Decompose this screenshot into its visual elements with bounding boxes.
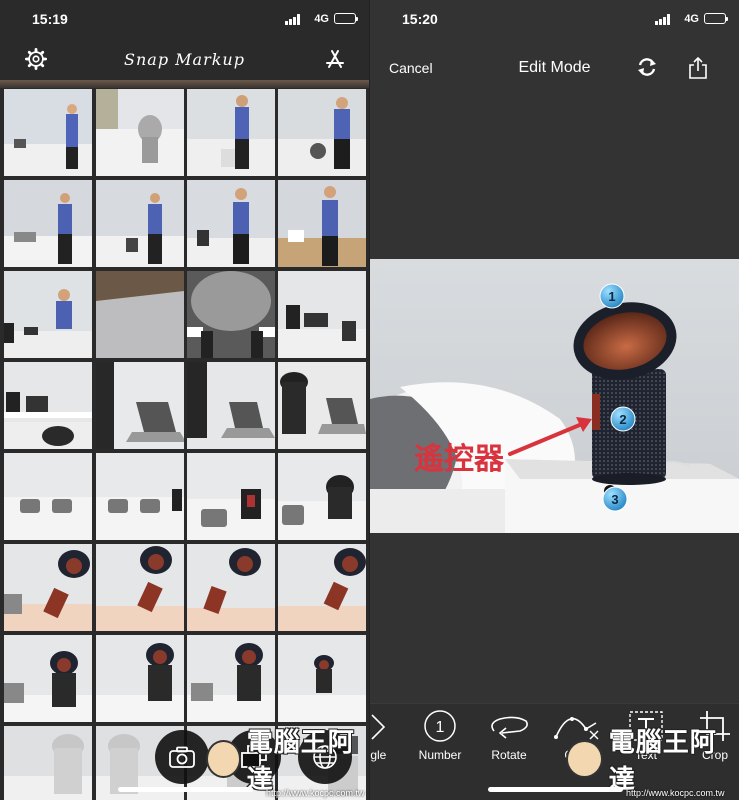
status-time: 15:20 [402,11,438,27]
tool-label: ngle [370,748,387,762]
number-circle-icon: 1 [424,710,456,742]
photo-thumbnail[interactable] [278,635,366,722]
photo-thumbnail[interactable] [278,453,366,540]
photo-thumbnail[interactable] [96,271,184,358]
photo-thumbnail[interactable] [4,635,92,722]
marker-1[interactable]: 1 [599,283,625,309]
battery-icon [334,13,358,24]
right-screen: 15:20 4G Cancel Edit Mode 1 2 3 遙控器 gle … [370,0,739,800]
photo-thumbnail[interactable] [187,544,275,631]
svg-text:3: 3 [611,492,618,507]
status-bar: 15:19 4G [0,0,369,40]
tool-number[interactable]: 1 Number [405,705,475,800]
network-type: 4G [684,13,699,25]
rotate-icon [491,716,528,739]
photo-thumbnail[interactable] [96,89,184,176]
status-bar: 15:20 4G [370,0,739,40]
network-type: 4G [314,13,329,25]
svg-text:1: 1 [436,719,445,736]
edit-canvas[interactable]: 1 2 3 遙控器 [370,259,739,533]
app-header: Snap Markup [0,40,369,80]
watermark-text: 電腦王阿達 [608,728,717,795]
chevron-icon [371,714,386,740]
svg-text:2: 2 [619,412,626,427]
svg-text:1: 1 [608,289,615,304]
annotation-text[interactable]: 遙控器 [414,442,505,477]
photo-thumbnail[interactable] [278,180,366,267]
photo-thumbnail[interactable] [4,726,92,800]
share-icon[interactable] [688,56,708,80]
photo-thumbnail[interactable] [278,271,366,358]
editor-header: Cancel Edit Mode [370,40,739,96]
photo-thumbnail[interactable] [278,544,366,631]
marker-2[interactable]: 2 [610,406,636,432]
photo-thumbnail[interactable] [4,362,92,449]
photo-grid [0,80,369,800]
watermark-url: http://www.kocpc.com.tw [266,788,365,798]
photo-thumbnail[interactable] [4,544,92,631]
marker-3[interactable]: 3 [602,486,628,512]
photo-thumbnail[interactable] [187,453,275,540]
photo-thumbnail[interactable] [4,453,92,540]
tool-rotate[interactable]: Rotate [474,705,544,800]
photo-thumbnail[interactable] [187,89,275,176]
photo-thumbnail[interactable] [4,180,92,267]
watermark: 電腦王阿達 http://www.kocpc.com.tw [566,722,739,798]
photo-thumbnail[interactable] [96,544,184,631]
photo-thumbnail[interactable] [187,362,275,449]
home-indicator [117,787,253,792]
watermark-text: 電腦王阿達 [246,728,355,795]
page-title: Edit Mode [518,59,591,76]
watermark-url: http://www.kocpc.com.tw [626,788,725,798]
photo-thumbnail[interactable] [278,89,366,176]
photo-thumbnail[interactable] [187,180,275,267]
tool-label: Rotate [491,748,527,762]
photo-thumbnail[interactable] [96,362,184,449]
signal-icon [655,14,671,25]
photo-thumbnail[interactable] [187,635,275,722]
left-screen: 15:19 4G Snap Markup 電腦王阿達 http://www.ko… [0,0,369,800]
photo-thumbnail[interactable] [96,453,184,540]
watermark-face-icon [206,740,241,778]
battery-icon [704,13,728,24]
photo-thumbnail[interactable] [96,180,184,267]
watermark: 電腦王阿達 http://www.kocpc.com.tw [206,722,369,798]
photo-thumbnail[interactable] [4,271,92,358]
signal-icon [285,14,301,25]
camera-button[interactable] [155,730,209,784]
app-store-icon[interactable] [323,48,347,72]
edited-photo: 1 2 3 遙控器 [370,259,739,533]
tool-label: Number [418,748,462,762]
grid-top-strip [0,80,369,88]
app-logo: Snap Markup [124,50,245,69]
watermark-face-icon [566,740,603,778]
camera-icon [169,746,195,768]
photo-thumbnail[interactable] [278,362,366,449]
photo-thumbnail[interactable] [96,635,184,722]
photo-thumbnail[interactable] [187,271,275,358]
refresh-icon[interactable] [636,56,658,78]
tool-angle[interactable]: ngle [370,705,410,800]
home-indicator [487,787,623,792]
photo-thumbnail[interactable] [4,89,92,176]
status-time: 15:19 [32,11,68,27]
